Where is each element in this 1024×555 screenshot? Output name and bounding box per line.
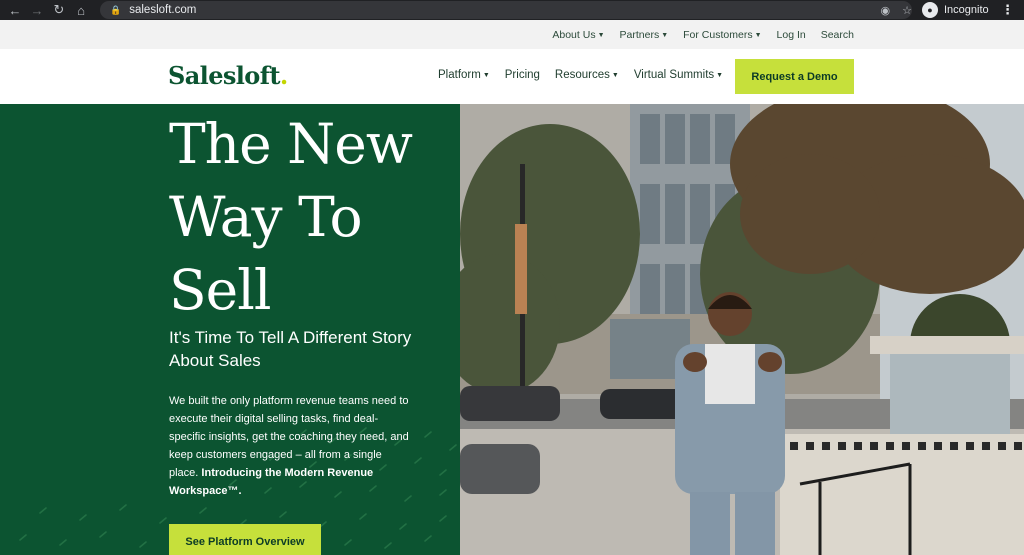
nav-item-platform[interactable]: Platform ▼ <box>438 69 490 81</box>
hero-headline: The New Way To Sell <box>169 108 449 327</box>
utility-item-search[interactable]: Search <box>821 29 854 41</box>
profile-button[interactable]: ● Incognito <box>922 1 989 19</box>
star-icon[interactable]: ☆ <box>902 4 912 17</box>
primary-nav: Platform ▼ Pricing Resources ▼ Virtual Sum… <box>438 69 723 81</box>
chevron-down-icon: ▼ <box>611 72 619 79</box>
see-platform-overview-button[interactable]: See Platform Overview <box>169 524 321 555</box>
eye-off-icon[interactable]: ◉ <box>881 4 891 17</box>
salesloft-logo[interactable]: Salesloft. <box>168 61 288 90</box>
nav-item-label: Resources <box>554 69 610 81</box>
utility-item-partners[interactable]: Partners ▼ <box>620 29 669 41</box>
chevron-down-icon: ▼ <box>661 31 669 39</box>
nav-item-label: Virtual Summits <box>633 69 715 81</box>
incognito-icon: ● <box>922 2 938 18</box>
logo-text: Salesloft <box>168 61 281 90</box>
chevron-down-icon: ▼ <box>482 72 490 79</box>
utility-item-log-in[interactable]: Log In <box>777 29 806 41</box>
hero-subheading: It's Time To Tell A Different Story Abou… <box>169 328 412 370</box>
logo-dot: . <box>279 61 288 90</box>
kebab-menu-icon[interactable]: ⋮ <box>1001 1 1014 19</box>
chevron-down-icon: ▼ <box>597 31 605 39</box>
address-bar[interactable]: 🔒 salesloft.com <box>100 1 912 19</box>
main-header: Salesloft. Platform ▼ Pricing Resources ▼ … <box>0 49 1024 104</box>
headline-line: The New <box>169 112 413 176</box>
utility-item-label: About Us <box>552 28 596 41</box>
hero-video-frame <box>460 104 1024 555</box>
browser-toolbar: ← → ↻ ⌂ 🔒 salesloft.com ◉ ☆ ● Incognito … <box>0 0 1024 20</box>
utility-item-label: For Customers <box>683 28 753 41</box>
nav-item-label: Platform <box>438 69 481 81</box>
lock-icon[interactable]: 🔒 <box>110 5 121 16</box>
nav-item-pricing[interactable]: Pricing <box>505 69 540 81</box>
utility-item-for-customers[interactable]: For Customers ▼ <box>683 29 761 41</box>
headline-line: Sell <box>169 258 271 322</box>
headline-line: Way To <box>169 185 363 249</box>
forward-icon[interactable]: → <box>26 0 48 20</box>
request-demo-button[interactable]: Request a Demo <box>735 59 854 94</box>
profile-label: Incognito <box>944 4 989 16</box>
back-icon[interactable]: ← <box>4 0 26 20</box>
utility-nav: About Us ▼ Partners ▼ For Customers ▼ Log I… <box>0 20 1024 49</box>
chevron-down-icon: ▼ <box>716 72 724 79</box>
home-icon[interactable]: ⌂ <box>70 0 92 20</box>
reload-icon[interactable]: ↻ <box>48 0 70 20</box>
url-text: salesloft.com <box>129 4 197 16</box>
nav-item-virtual-summits[interactable]: Virtual Summits ▼ <box>634 69 723 81</box>
chevron-down-icon: ▼ <box>754 31 762 39</box>
utility-item-about-us[interactable]: About Us ▼ <box>552 29 604 41</box>
hero-body-emphasis: Introducing the Modern Revenue Workspace… <box>169 467 374 497</box>
hero-body: We built the only platform revenue teams… <box>169 392 414 500</box>
nav-item-resources[interactable]: Resources ▼ <box>555 69 619 81</box>
utility-item-label: Partners <box>619 28 660 41</box>
hero-video[interactable] <box>460 104 1024 555</box>
